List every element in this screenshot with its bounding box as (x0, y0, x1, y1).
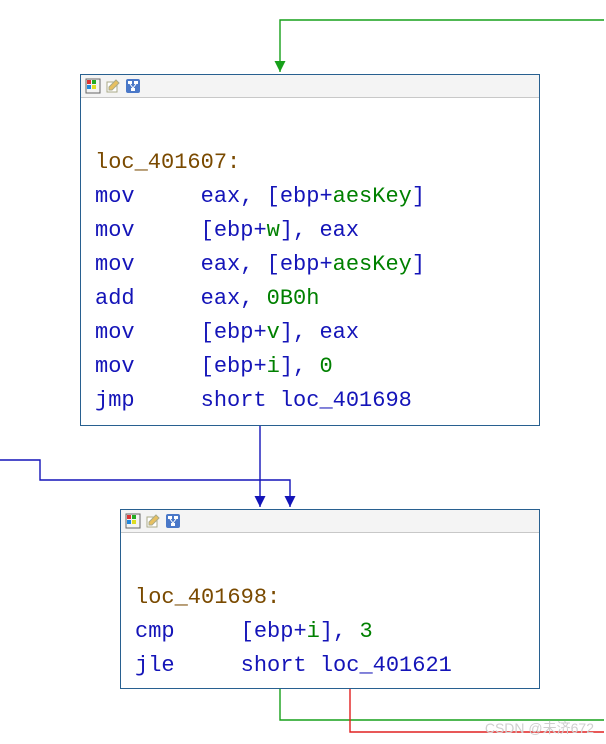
graph-icon[interactable] (165, 513, 181, 529)
disasm-code: loc_401607: mov eax, [ebp+aesKey] mov [e… (81, 98, 539, 428)
block-label: loc_401607: (95, 150, 240, 175)
disasm-code: loc_401698: cmp [ebp+i], 3 jle short loc… (121, 533, 539, 693)
watermark: CSDN @未济672 (485, 718, 594, 738)
color-picker-icon[interactable] (125, 513, 141, 529)
disasm-block-loc-401607[interactable]: loc_401607: mov eax, [ebp+aesKey] mov [e… (80, 74, 540, 426)
edit-icon[interactable] (105, 78, 121, 94)
block-label: loc_401698: (135, 585, 280, 610)
edit-icon[interactable] (145, 513, 161, 529)
node-titlebar (81, 75, 539, 98)
graph-icon[interactable] (125, 78, 141, 94)
disasm-block-loc-401698[interactable]: loc_401698: cmp [ebp+i], 3 jle short loc… (120, 509, 540, 689)
color-picker-icon[interactable] (85, 78, 101, 94)
node-titlebar (121, 510, 539, 533)
